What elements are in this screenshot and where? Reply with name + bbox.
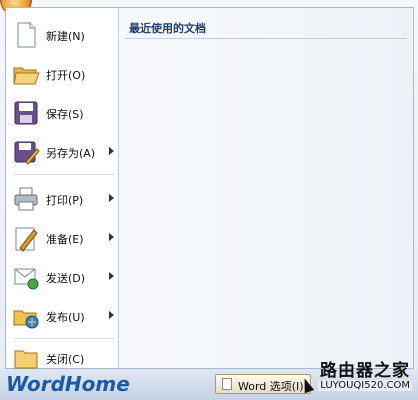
menu-item-label: 打印(P): [46, 194, 84, 207]
menu-item-save-as[interactable]: 另存为(A): [6, 133, 118, 171]
printer-icon: [12, 185, 40, 213]
submenu-arrow-icon: [109, 272, 114, 280]
menu-item-label: 另存为(A): [46, 147, 96, 160]
submenu-arrow-icon: [109, 233, 114, 241]
word-options-label: Word 选项(I): [238, 380, 304, 393]
menu-item-new[interactable]: 新建(N): [6, 16, 118, 54]
close-folder-icon: [12, 344, 40, 372]
office-menu-window: 新建(N) 打开(O) 保存(S) 另存为(A) 打印(P) 准备(E) 发送(…: [0, 0, 418, 400]
submenu-arrow-icon: [109, 194, 114, 202]
menu-item-label: 发布(U): [46, 311, 85, 324]
publish-icon: [12, 302, 40, 330]
menu-item-label: 关闭(C): [46, 353, 85, 366]
menu-item-print[interactable]: 打印(P): [6, 180, 118, 218]
luyouqi-watermark-title: 路由器之家: [320, 361, 410, 381]
menu-item-prepare[interactable]: 准备(E): [6, 219, 118, 257]
menu-separator: [14, 174, 114, 175]
save-as-icon: [12, 138, 40, 166]
menu-item-save[interactable]: 保存(S): [6, 94, 118, 132]
submenu-arrow-icon: [109, 311, 114, 319]
open-folder-icon: [12, 60, 40, 88]
menu-item-label: 打开(O): [46, 69, 86, 82]
recent-documents-title: 最近使用的文档: [129, 22, 206, 35]
menu-item-label: 保存(S): [46, 108, 84, 121]
word-options-button[interactable]: Word 选项(I): [215, 374, 311, 394]
menu-item-send[interactable]: 发送(D): [6, 258, 118, 296]
submenu-arrow-icon: [109, 147, 114, 155]
recent-documents-pane: 最近使用的文档: [119, 8, 413, 368]
menu-item-label: 新建(N): [46, 30, 85, 43]
recent-documents-divider: [125, 38, 407, 39]
menu-item-open[interactable]: 打开(O): [6, 55, 118, 93]
office-menu-panel: 新建(N) 打开(O) 保存(S) 另存为(A) 打印(P) 准备(E) 发送(…: [5, 7, 414, 369]
menu-item-label: 准备(E): [46, 233, 84, 246]
menu-item-label: 发送(D): [46, 272, 86, 285]
menu-command-list: 新建(N) 打开(O) 保存(S) 另存为(A) 打印(P) 准备(E) 发送(…: [6, 8, 118, 369]
send-mail-icon: [12, 263, 40, 291]
save-disk-icon: [12, 99, 40, 127]
options-document-icon: [222, 378, 232, 390]
new-document-icon: [12, 21, 40, 49]
wordhome-watermark: WordHome: [6, 372, 130, 396]
menu-item-publish[interactable]: 发布(U): [6, 297, 118, 335]
prepare-pen-icon: [12, 224, 40, 252]
luyouqi-watermark-url: LUYOUQI520.COM: [318, 380, 412, 391]
